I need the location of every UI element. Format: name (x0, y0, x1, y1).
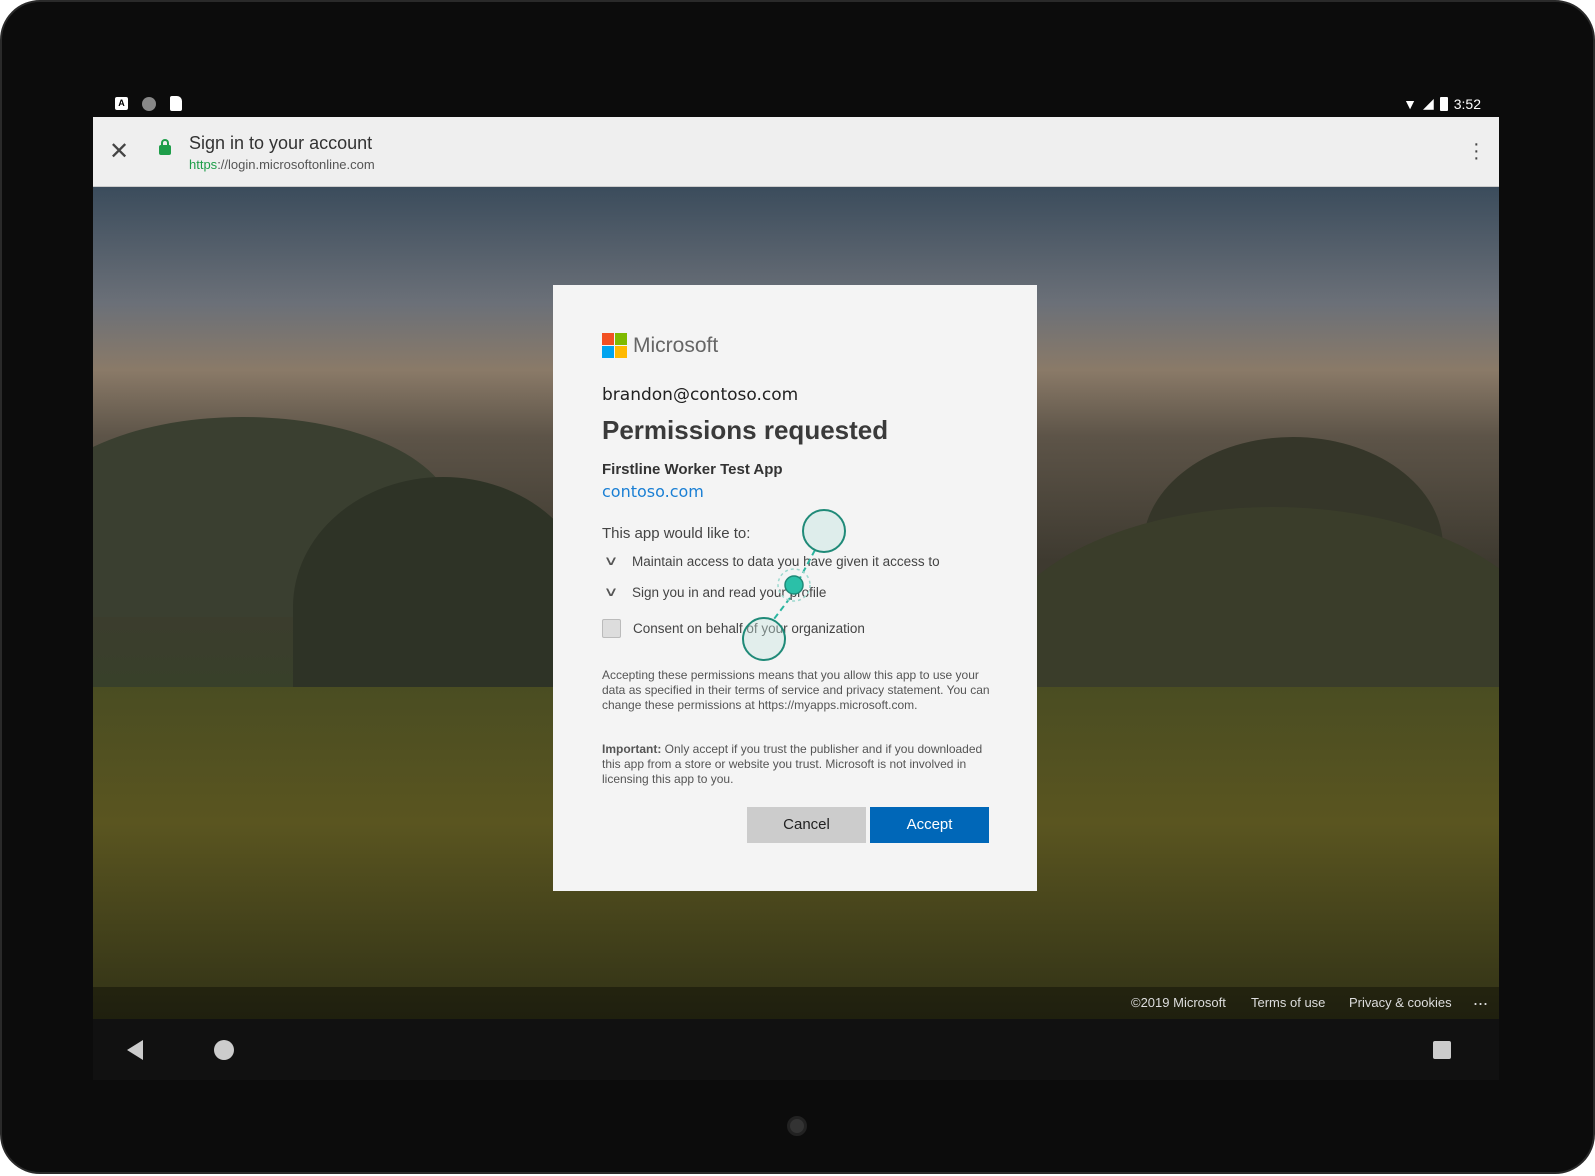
touch-point-icon (802, 509, 846, 553)
home-icon[interactable] (214, 1040, 234, 1060)
touch-point-icon (742, 617, 786, 661)
back-icon[interactable] (127, 1040, 143, 1060)
camera-icon (787, 1116, 807, 1136)
recent-apps-icon[interactable] (1433, 1041, 1451, 1059)
android-nav-bar (93, 1019, 1499, 1080)
tablet-device: A ▼ ◢ 3:52 ✕ Sign in to your account htt… (0, 0, 1595, 1174)
touch-gesture-overlay (742, 509, 846, 661)
touch-point-icon (784, 575, 804, 595)
